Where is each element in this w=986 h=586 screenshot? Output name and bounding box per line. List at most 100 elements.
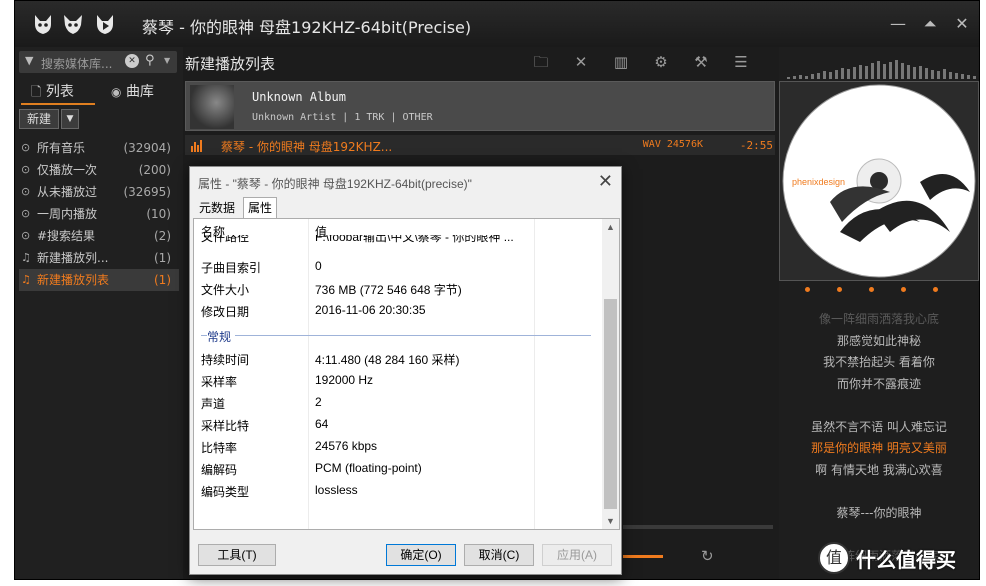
lyrics-panel: 像一阵细雨洒落我心底 那感觉如此神秘 我不禁抬起头 看着你 而你并不露痕迹 虽然… [779, 309, 979, 567]
playlist-count: (200) [138, 163, 171, 177]
playlist-item-active[interactable]: ♫ 新建播放列表 (1) [19, 269, 179, 291]
table-row[interactable]: 采样率 192000 Hz [194, 370, 604, 392]
table-row[interactable]: 编解码 PCM (floating-point) [194, 458, 604, 480]
spectrum-bar [913, 67, 916, 79]
minimize-icon[interactable]: — [887, 13, 909, 35]
tools-icon[interactable]: ⚒ [691, 52, 711, 72]
volume-slider[interactable] [623, 555, 663, 558]
spectrum-bar [955, 73, 958, 79]
table-row[interactable]: 持续时间 4:11.480 (48 284 160 采样) [194, 348, 604, 370]
property-value: 736 MB (772 546 648 字节) [315, 283, 462, 297]
property-value: 192000 Hz [315, 373, 374, 387]
playlist-label: 仅播放一次 [37, 163, 98, 177]
playlist-label: #搜索结果 [37, 229, 96, 243]
track-row[interactable]: 蔡琴 - 你的眼神 母盘192KHZ... WAV 24576K -2:55 [185, 135, 775, 155]
scroll-down-icon[interactable]: ▼ [602, 513, 619, 529]
playlist-item[interactable]: ⊙ 从未播放过 (32695) [19, 181, 179, 203]
spectrum-bar [907, 65, 910, 79]
table-row[interactable]: 修改日期 2016-11-06 20:30:35 [194, 300, 604, 322]
clear-search-icon[interactable]: ✕ [125, 54, 139, 68]
search-icon: ⊙ [21, 141, 31, 154]
table-row[interactable]: 比特率 24576 kbps [194, 436, 604, 458]
playlist-item[interactable]: ⊙ 仅播放一次 (200) [19, 159, 179, 181]
restore-icon[interactable]: ⏶ [919, 13, 941, 35]
spectrum-bar [961, 74, 964, 79]
left-panel: ▼ 搜索媒体库... ✕ ⚲ ▼ 🗋 列表 ◉ 曲库 新建 ▼ ⊙ 所有音乐 (32… [15, 47, 183, 579]
ok-button[interactable]: 确定(O) [386, 544, 456, 566]
property-value: 4:11.480 (48 284 160 采样) [315, 353, 460, 367]
tab-list[interactable]: 🗋 列表 [31, 81, 74, 105]
property-key: 文件大小 [201, 283, 250, 297]
table-row[interactable]: 文件大小 736 MB (772 546 648 字节) [194, 278, 604, 300]
fox-play-icon[interactable] [93, 12, 117, 36]
dialog-title: 属性 - "蔡琴 - 你的眼神 母盘192KHZ-64bit(precise)" [198, 177, 472, 191]
album-header[interactable]: Unknown Album Unknown Artist | 1 TRK | O… [185, 81, 775, 131]
playlist-item[interactable]: ⊙ 一周内播放 (10) [19, 203, 179, 225]
playlist-item[interactable]: ♫ 新建播放列... (1) [19, 247, 179, 269]
search-icon[interactable]: ⚲ [145, 53, 155, 68]
close-icon[interactable]: ✕ [951, 13, 973, 35]
property-key: 子曲目索引 [201, 261, 262, 275]
playlist-item[interactable]: ⊙ #搜索结果 (2) [19, 225, 179, 247]
apply-button[interactable]: 应用(A) [542, 544, 612, 566]
lyric-line: 我不禁抬起头 看着你 [823, 355, 935, 369]
table-row[interactable]: 文件路径 F:\foobar输出\中文\蔡琴 - 你的眼神 ... [194, 235, 604, 245]
remove-icon[interactable]: ✕ [571, 52, 591, 72]
tab-properties[interactable]: 属性 [243, 197, 278, 219]
table-row[interactable]: 声道 2 [194, 392, 604, 414]
section-divider [201, 335, 591, 336]
spectrum-bar [901, 63, 904, 79]
filter-icon[interactable]: ▼ [25, 54, 33, 67]
chevron-down-icon[interactable]: ▼ [164, 56, 170, 65]
album-name: Unknown Album [252, 90, 346, 104]
active-tab-indicator [21, 103, 95, 105]
fox-mask-icon[interactable] [61, 12, 85, 36]
table-row[interactable]: 采样比特 64 [194, 414, 604, 436]
vertical-scrollbar[interactable]: ▲ ▼ [602, 219, 619, 529]
spectrum-bar [793, 76, 796, 79]
list-view-icon[interactable]: ☰ [731, 52, 751, 72]
search-placeholder: 搜索媒体库... [41, 57, 113, 71]
page-dots[interactable] [805, 287, 955, 295]
title-bar: 蔡琴 - 你的眼神 母盘192KHZ-64bit(Precise) — ⏶ ✕ [15, 1, 979, 47]
scroll-up-icon[interactable]: ▲ [602, 219, 619, 235]
playlist-count: (1) [154, 251, 171, 265]
scroll-thumb[interactable] [604, 299, 617, 509]
new-playlist-dropdown-icon[interactable]: ▼ [61, 109, 79, 129]
spectrum-bar [829, 72, 832, 79]
table-row[interactable]: 编码类型 lossless [194, 480, 604, 502]
tools-button[interactable]: 工具(T) [198, 544, 276, 566]
playlist-count: (32695) [123, 185, 171, 199]
property-value: 2016-11-06 20:30:35 [315, 303, 426, 317]
spectrum-bar [799, 75, 802, 79]
cancel-button[interactable]: 取消(C) [464, 544, 534, 566]
property-key: 持续时间 [201, 353, 250, 367]
property-key: 编解码 [201, 463, 238, 477]
new-playlist-button[interactable]: 新建 [19, 109, 59, 129]
equalizer-icon[interactable]: ▥ [611, 52, 631, 72]
seek-bar[interactable] [623, 525, 773, 529]
table-row[interactable]: 子曲目索引 0 [194, 256, 604, 278]
property-value: 24576 kbps [315, 439, 378, 453]
lyric-line: 蔡琴---你的眼神 [836, 505, 922, 520]
tab-metadata[interactable]: 元数据 [195, 199, 239, 218]
spectrum-bar [823, 71, 826, 79]
foobar-logo-icon[interactable] [31, 12, 55, 36]
open-folder-icon[interactable]: 🗀 [531, 52, 551, 72]
media-search-input[interactable]: ▼ 搜索媒体库... ✕ ⚲ ▼ [19, 51, 177, 73]
spectrum-bar [877, 61, 880, 79]
spectrum-bar [835, 70, 838, 79]
spectrum-bar [859, 65, 862, 79]
close-icon[interactable]: ✕ [598, 171, 613, 192]
disc-icon: ◉ [111, 85, 122, 99]
spectrum-bar [841, 68, 844, 79]
playlist-list: ⊙ 所有音乐 (32904) ⊙ 仅播放一次 (200) ⊙ 从未播放过 (32695) ⊙… [19, 137, 179, 291]
settings-icon[interactable]: ⚙ [651, 52, 671, 72]
document-icon: 🗋 [31, 85, 42, 100]
repeat-icon[interactable]: ↻ [701, 547, 714, 565]
lyric-line-current: 那是你的眼神 明亮又美丽 [811, 441, 947, 455]
tab-library[interactable]: ◉ 曲库 [111, 81, 154, 101]
property-value: PCM (floating-point) [315, 461, 422, 475]
track-title: 蔡琴 - 你的眼神 母盘192KHZ... [221, 140, 393, 154]
playlist-item[interactable]: ⊙ 所有音乐 (32904) [19, 137, 179, 159]
